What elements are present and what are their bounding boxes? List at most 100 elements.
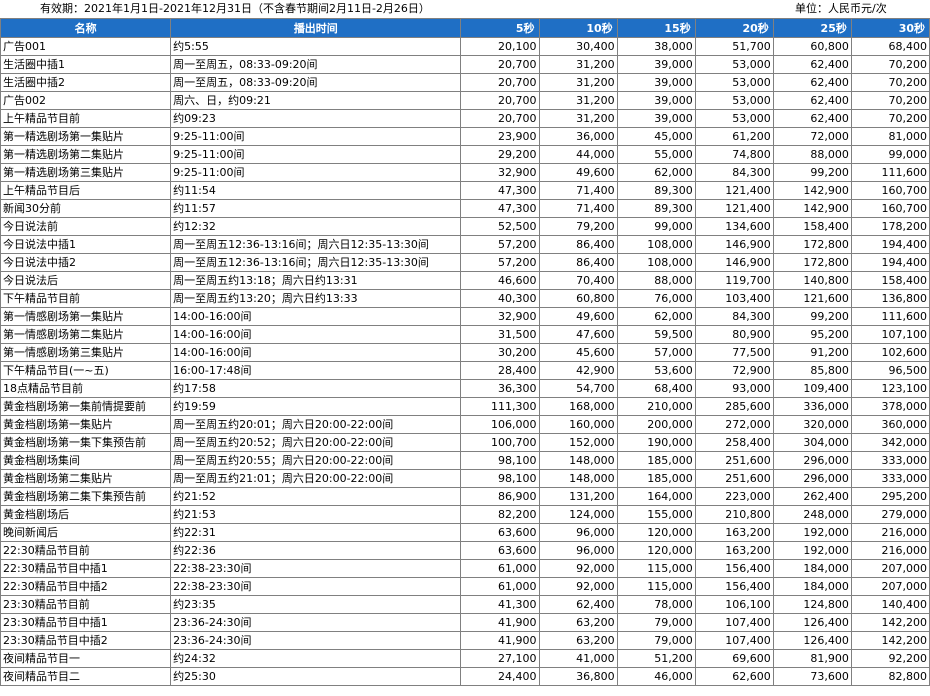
column-header-30s: 30秒 [850, 18, 930, 38]
cell-price-5s: 111,300 [460, 397, 540, 416]
cell-price-10s: 42,900 [538, 361, 618, 380]
validity-period: 有效期：2021年1月1日-2021年12月31日（不含春节期间2月11日-2月… [40, 2, 430, 15]
cell-name: 上午精品节目前 [0, 109, 172, 128]
cell-price-20s: 72,900 [694, 361, 774, 380]
cell-price-15s: 115,000 [616, 577, 696, 596]
cell-price-20s: 121,400 [694, 199, 774, 218]
table-row: 广告002 周六、日，约09:21 20,700 31,200 39,000 53,000… [0, 91, 930, 110]
cell-price-15s: 59,500 [616, 325, 696, 344]
cell-airtime: 14:00-16:00间 [170, 325, 462, 344]
cell-name: 生活圈中插1 [0, 55, 172, 74]
cell-price-20s: 251,600 [694, 451, 774, 470]
column-header-10s: 10秒 [538, 18, 618, 38]
cell-price-5s: 106,000 [460, 415, 540, 434]
cell-price-10s: 71,400 [538, 199, 618, 218]
cell-price-5s: 27,100 [460, 649, 540, 668]
cell-price-15s: 39,000 [616, 55, 696, 74]
cell-airtime: 22:38-23:30间 [170, 577, 462, 596]
cell-price-25s: 62,400 [772, 55, 852, 74]
cell-price-15s: 53,600 [616, 361, 696, 380]
cell-price-25s: 73,600 [772, 667, 852, 686]
table-row: 黄金档剧场第一集贴片 周一至周五约20:01；周六日20:00-22:00间 106… [0, 415, 930, 434]
cell-price-25s: 85,800 [772, 361, 852, 380]
column-header-15s: 15秒 [616, 18, 696, 38]
cell-name: 黄金档剧场第二集贴片 [0, 469, 172, 488]
cell-price-5s: 23,900 [460, 127, 540, 146]
cell-price-5s: 57,200 [460, 235, 540, 254]
cell-price-25s: 192,000 [772, 541, 852, 560]
cell-price-30s: 142,200 [850, 613, 930, 632]
cell-price-20s: 53,000 [694, 91, 774, 110]
rate-card-table: 名称 播出时间 5秒 10秒 15秒 20秒 25秒 30秒 广告001 约5:55 20,100… [0, 18, 930, 686]
cell-name: 22:30精品节目中插1 [0, 559, 172, 578]
cell-name: 黄金档剧场第二集下集预告前 [0, 487, 172, 506]
cell-price-25s: 296,000 [772, 469, 852, 488]
cell-price-30s: 70,200 [850, 55, 930, 74]
cell-price-10s: 49,600 [538, 163, 618, 182]
table-row: 下午精品节目(一~五) 16:00-17:48间 28,400 42,900 53,60… [0, 361, 930, 380]
cell-price-20s: 74,800 [694, 145, 774, 164]
cell-price-30s: 107,100 [850, 325, 930, 344]
cell-price-20s: 107,400 [694, 631, 774, 650]
table-row: 23:30精品节目前 约23:35 41,300 62,400 78,000 106,10… [0, 595, 930, 614]
cell-price-15s: 115,000 [616, 559, 696, 578]
cell-price-10s: 124,000 [538, 505, 618, 524]
cell-airtime: 约21:53 [170, 505, 462, 524]
cell-name: 夜间精品节目二 [0, 667, 172, 686]
table-row: 生活圈中插1 周一至周五，08:33-09:20间 20,700 31,200 39,0… [0, 55, 930, 74]
cell-price-30s: 207,000 [850, 559, 930, 578]
cell-price-30s: 136,800 [850, 289, 930, 308]
cell-price-30s: 360,000 [850, 415, 930, 434]
cell-price-10s: 71,400 [538, 181, 618, 200]
cell-price-20s: 84,300 [694, 307, 774, 326]
cell-price-10s: 79,200 [538, 217, 618, 236]
cell-price-10s: 41,000 [538, 649, 618, 668]
cell-price-5s: 63,600 [460, 523, 540, 542]
table-row: 22:30精品节目中插1 22:38-23:30间 61,000 92,000 115,… [0, 559, 930, 578]
cell-price-10s: 36,800 [538, 667, 618, 686]
cell-price-15s: 62,000 [616, 307, 696, 326]
table-row: 黄金档剧场集间 周一至周五约20:55；周六日20:00-22:00间 98,100… [0, 451, 930, 470]
cell-price-20s: 223,000 [694, 487, 774, 506]
cell-price-5s: 98,100 [460, 451, 540, 470]
cell-price-10s: 31,200 [538, 91, 618, 110]
table-row: 22:30精品节目前 约22:36 63,600 96,000 120,000 163,2… [0, 541, 930, 560]
cell-price-20s: 258,400 [694, 433, 774, 452]
cell-price-25s: 109,400 [772, 379, 852, 398]
cell-airtime: 约5:55 [170, 37, 462, 56]
cell-airtime: 周一至周五约20:55；周六日20:00-22:00间 [170, 451, 462, 470]
cell-price-10s: 86,400 [538, 253, 618, 272]
column-header-25s: 25秒 [772, 18, 852, 38]
cell-price-10s: 168,000 [538, 397, 618, 416]
cell-airtime: 周一至周五12:36-13:16间；周六日12:35-13:30间 [170, 235, 462, 254]
cell-price-20s: 163,200 [694, 523, 774, 542]
cell-price-20s: 77,500 [694, 343, 774, 362]
cell-price-20s: 51,700 [694, 37, 774, 56]
cell-name: 23:30精品节目前 [0, 595, 172, 614]
table-row: 上午精品节目前 约09:23 20,700 31,200 39,000 53,000 62,… [0, 109, 930, 128]
cell-price-20s: 210,800 [694, 505, 774, 524]
cell-price-10s: 44,000 [538, 145, 618, 164]
cell-name: 下午精品节目(一~五) [0, 361, 172, 380]
cell-price-30s: 92,200 [850, 649, 930, 668]
cell-price-25s: 336,000 [772, 397, 852, 416]
cell-name: 新闻30分前 [0, 199, 172, 218]
cell-price-30s: 216,000 [850, 541, 930, 560]
cell-airtime: 周一至周五约20:52；周六日20:00-22:00间 [170, 433, 462, 452]
cell-price-15s: 39,000 [616, 91, 696, 110]
cell-price-15s: 210,000 [616, 397, 696, 416]
cell-price-25s: 99,200 [772, 307, 852, 326]
cell-price-30s: 194,400 [850, 235, 930, 254]
cell-price-20s: 69,600 [694, 649, 774, 668]
cell-airtime: 约11:54 [170, 181, 462, 200]
cell-name: 今日说法中插1 [0, 235, 172, 254]
cell-airtime: 约23:35 [170, 595, 462, 614]
column-header-5s: 5秒 [460, 18, 540, 38]
cell-airtime: 周一至周五，08:33-09:20间 [170, 73, 462, 92]
cell-name: 黄金档剧场后 [0, 505, 172, 524]
cell-price-25s: 126,400 [772, 631, 852, 650]
cell-price-25s: 172,800 [772, 253, 852, 272]
cell-price-10s: 31,200 [538, 55, 618, 74]
cell-price-5s: 29,200 [460, 145, 540, 164]
cell-name: 第一精选剧场第三集贴片 [0, 163, 172, 182]
